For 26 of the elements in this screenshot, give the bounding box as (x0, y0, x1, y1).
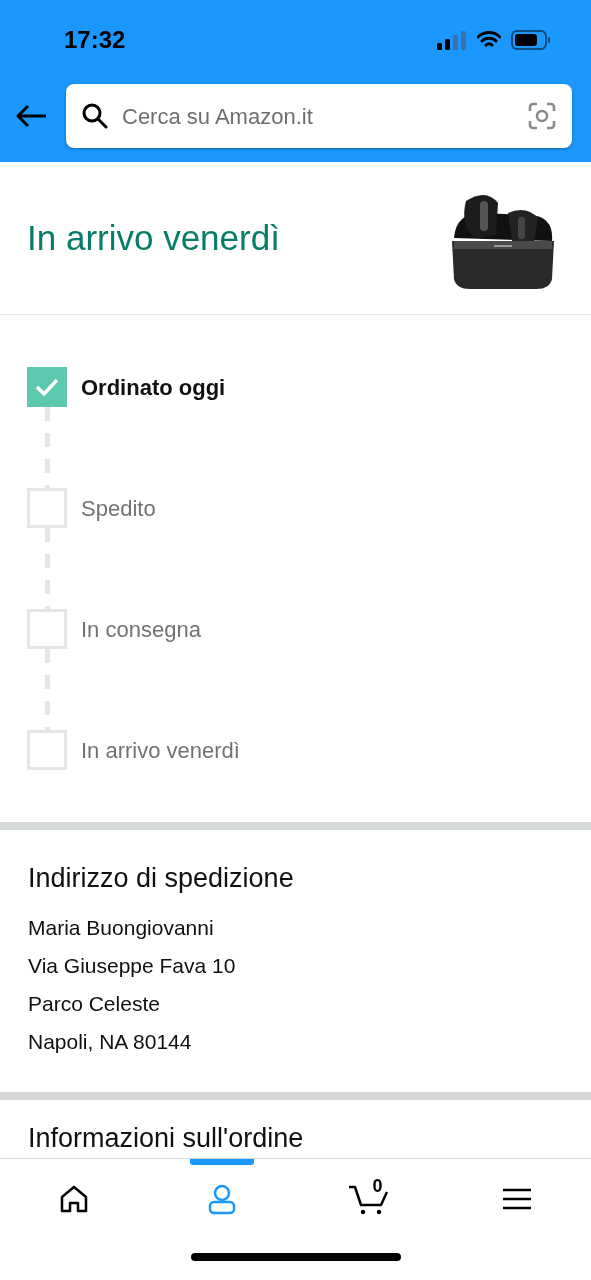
checkmark-icon (35, 377, 59, 397)
search-icon (82, 103, 108, 129)
step-label: Ordinato oggi (81, 373, 226, 402)
wifi-icon (477, 31, 501, 49)
status-time: 17:32 (64, 25, 126, 55)
menu-icon (502, 1187, 533, 1211)
step-label: Spedito (81, 494, 156, 523)
back-arrow-icon[interactable] (16, 104, 48, 128)
signal-icon (437, 30, 467, 50)
address-title: Indirizzo di spedizione (28, 862, 295, 895)
search-bar[interactable]: Cerca su Amazon.it (66, 84, 572, 148)
cart-count: 0 (372, 1175, 383, 1198)
step-label: In consegna (81, 615, 201, 644)
search-field[interactable]: Cerca su Amazon.it (122, 99, 514, 133)
delivery-title: In arrivo venerdì (27, 216, 280, 259)
address-line: Maria Buongiovanni (28, 914, 215, 941)
order-info-title: Informazioni sull'ordine (28, 1122, 304, 1154)
battery-icon (511, 30, 551, 50)
address-line: Via Giuseppe Fava 10 (28, 952, 237, 979)
home-icon (58, 1184, 89, 1214)
camera-scan-icon[interactable] (528, 102, 556, 130)
nav-tab[interactable]: 0 (295, 1159, 444, 1233)
user-icon (206, 1183, 237, 1215)
address-line: Napoli, NA 80144 (28, 1028, 193, 1055)
address-line: Parco Celeste (28, 990, 161, 1017)
step-label: In arrivo venerdì (81, 736, 240, 765)
